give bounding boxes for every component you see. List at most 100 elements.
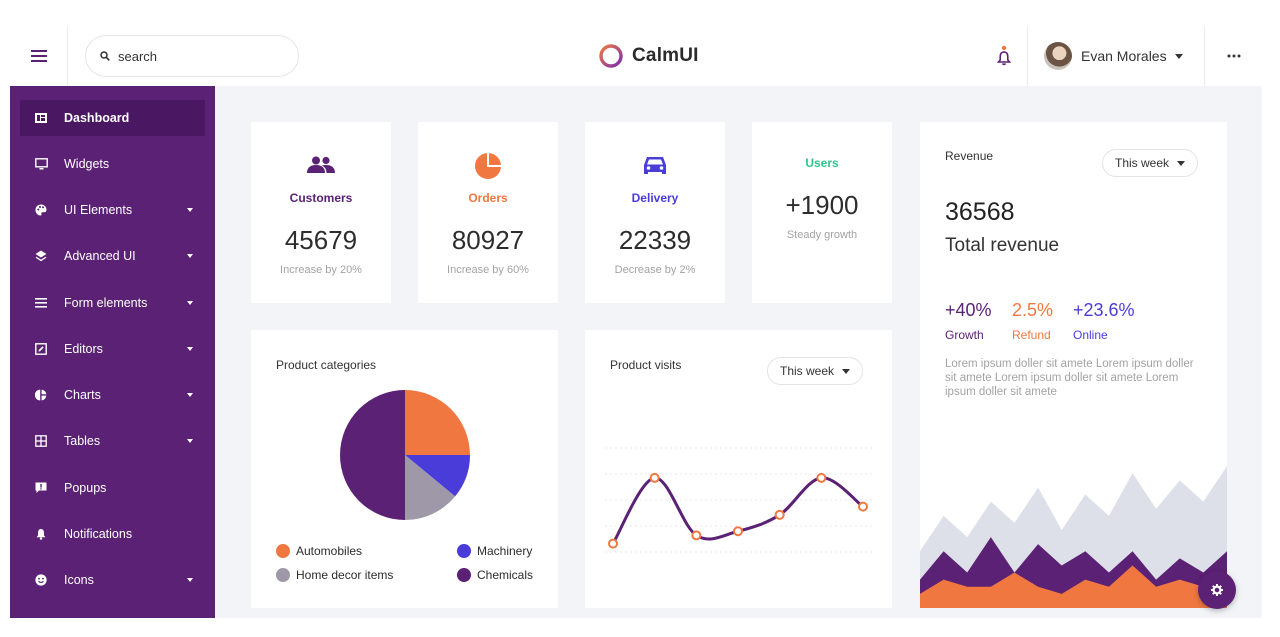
- revenue-area-chart: [920, 466, 1227, 608]
- user-menu[interactable]: Evan Morales: [1044, 40, 1183, 72]
- sidebar-item-form-elements[interactable]: Form elements: [20, 285, 205, 321]
- gear-icon: [1211, 584, 1223, 596]
- metric-growth-label: Growth: [945, 328, 984, 342]
- product-categories-pie-chart: [340, 390, 470, 520]
- revenue-card: Revenue This week 36568 Total revenue +4…: [920, 122, 1227, 608]
- user-name: Evan Morales: [1081, 48, 1167, 64]
- sidebar-item-charts[interactable]: Charts: [20, 377, 205, 413]
- sidebar-item-label: Form elements: [64, 296, 148, 310]
- product-categories-card: Product categories Automobiles Machinery…: [251, 330, 558, 608]
- sidebar-item-label: Tables: [64, 434, 101, 448]
- stat-value: 80927: [451, 225, 525, 255]
- more-options-button[interactable]: [1204, 26, 1262, 86]
- legend-label: Automobiles: [296, 544, 363, 558]
- chevron-down-icon: [187, 347, 193, 351]
- revenue-value: 36568: [945, 198, 1015, 226]
- stat-subtext: Increase by 60%: [447, 264, 529, 276]
- stat-value: 22339: [618, 225, 692, 255]
- legend-label: Home decor items: [296, 568, 394, 582]
- palette-icon: [34, 203, 48, 217]
- chevron-down-icon: [1174, 53, 1183, 59]
- card-title: Product categories: [276, 358, 377, 372]
- notifications-button[interactable]: [980, 26, 1028, 86]
- search-icon: [100, 51, 110, 61]
- pie-slice-automobiles: [405, 390, 470, 455]
- sidebar-item-widgets[interactable]: Widgets: [20, 146, 205, 182]
- stat-card-customers: Customers 45679 Increase by 20%: [251, 122, 391, 303]
- sidebar-item-tables[interactable]: Tables: [20, 423, 205, 459]
- metric-refund-value: 2.5%: [1012, 300, 1054, 320]
- data-point: [733, 526, 743, 537]
- edit-icon: [34, 342, 48, 356]
- chevron-down-icon: [842, 368, 851, 374]
- sidebar-item-label: UI Elements: [64, 203, 133, 217]
- sidebar-item-label: Widgets: [64, 157, 110, 171]
- smiley-icon: [34, 573, 48, 587]
- product-visits-card: Product visits This week: [585, 330, 892, 608]
- stat-card-orders: Orders 80927 Increase by 60%: [418, 122, 558, 303]
- metric-growth-value: +40%: [945, 300, 992, 320]
- stat-label: Orders: [468, 191, 508, 205]
- card-title: Product visits: [610, 358, 682, 372]
- more-horizontal-icon: [1227, 54, 1240, 58]
- sidebar: Dashboard Widgets UI Elements Advanced U…: [10, 86, 215, 618]
- dropdown-label: This week: [780, 364, 835, 378]
- brand-name: CalmUI: [632, 45, 699, 66]
- revenue-caption: Total revenue: [945, 235, 1060, 256]
- legend-label: Chemicals: [477, 568, 534, 582]
- legend-swatch: [276, 544, 290, 558]
- bell-icon: [996, 45, 1011, 66]
- legend-swatch: [276, 568, 290, 582]
- sidebar-item-dashboard[interactable]: Dashboard: [20, 100, 205, 136]
- menu-toggle-button[interactable]: [10, 26, 68, 86]
- sidebar-item-label: Icons: [64, 573, 94, 587]
- logo-ring-icon: [599, 44, 623, 68]
- stat-label: Users: [805, 156, 839, 170]
- sidebar-item-ui-elements[interactable]: UI Elements: [20, 192, 205, 228]
- stat-subtext: Steady growth: [786, 229, 858, 241]
- avatar: [1044, 42, 1072, 70]
- layers-icon: [34, 249, 48, 263]
- data-point: [774, 509, 785, 520]
- legend-item: Home decor items: [276, 568, 393, 582]
- sidebar-item-label: Advanced UI: [64, 249, 136, 263]
- chevron-down-icon: [187, 301, 193, 305]
- visits-period-dropdown[interactable]: This week: [767, 357, 864, 385]
- search-box[interactable]: [85, 35, 299, 77]
- legend-item: Machinery: [457, 544, 532, 558]
- stat-label: Customers: [289, 191, 353, 205]
- sidebar-item-popups[interactable]: Popups: [20, 470, 205, 506]
- settings-fab-button[interactable]: [1198, 571, 1236, 609]
- data-point: [649, 472, 660, 483]
- revenue-period-dropdown[interactable]: This week: [1102, 149, 1199, 177]
- users-icon: [307, 156, 335, 173]
- data-point: [816, 472, 827, 483]
- search-input[interactable]: [118, 48, 278, 64]
- revenue-description: Lorem ipsum doller sit amete Lorem ipsum…: [945, 358, 1194, 398]
- stat-subtext: Increase by 20%: [280, 264, 362, 276]
- sidebar-item-label: Editors: [64, 342, 103, 356]
- brand-logo[interactable]: CalmUI: [598, 43, 699, 69]
- hamburger-icon: [30, 50, 47, 62]
- form-icon: [34, 296, 48, 310]
- sidebar-item-advanced-ui[interactable]: Advanced UI: [20, 238, 205, 274]
- top-header: CalmUI Evan Morales: [10, 26, 1262, 86]
- data-point: [608, 538, 618, 549]
- main-content: Customers 45679 Increase by 20% Orders 8…: [215, 86, 1262, 618]
- legend-swatch: [457, 568, 471, 582]
- stat-label: Delivery: [631, 191, 679, 205]
- legend-item: Chemicals: [457, 568, 533, 582]
- sidebar-item-notifications[interactable]: Notifications: [20, 516, 205, 552]
- sidebar-item-label: Dashboard: [64, 111, 130, 125]
- data-point: [691, 530, 702, 541]
- sidebar-item-editors[interactable]: Editors: [20, 331, 205, 367]
- message-icon: [34, 481, 48, 495]
- table-icon: [34, 434, 48, 448]
- product-visits-line-chart: [605, 447, 875, 553]
- stat-value: 45679: [284, 225, 358, 255]
- data-point: [858, 501, 868, 512]
- sidebar-item-icons[interactable]: Icons: [20, 562, 205, 598]
- bell-icon: [34, 527, 48, 541]
- chevron-down-icon: [187, 393, 193, 397]
- monitor-icon: [34, 157, 48, 171]
